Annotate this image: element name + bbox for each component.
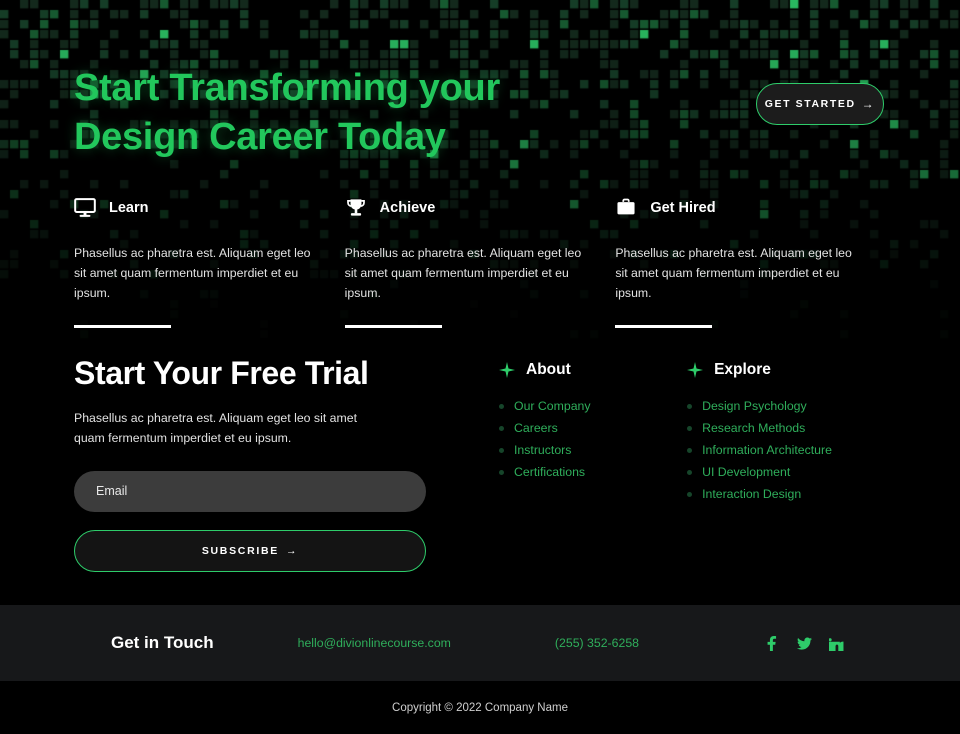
sparkle-icon [499,362,515,378]
landing-page: Start Transforming your Design Career To… [0,0,960,734]
about-link[interactable]: Instructors [514,443,571,457]
free-trial-description: Phasellus ac pharetra est. Aliquam eget … [74,411,357,445]
explore-links-column: Explore Design Psychology Research Metho… [687,355,886,572]
arrow-right-icon: → [285,544,299,557]
get-started-label: GET STARTED [764,98,856,110]
feature-divider [615,324,713,328]
newsletter-and-links-section: Start Your Free Trial Phasellus ac phare… [0,355,960,572]
feature-title: Get Hired [650,200,716,216]
list-item: Our Company [499,399,687,413]
feature-learn: Learn Phasellus ac pharetra est. Aliquam… [74,196,345,328]
copyright-text: Copyright © 2022 Company Name [392,701,568,714]
social-links [765,635,844,651]
bullet-icon [687,425,693,431]
feature-divider [344,324,442,328]
contact-phone-link[interactable]: (255) 352-6258 [555,636,639,650]
about-link[interactable]: Our Company [514,399,591,413]
explore-link[interactable]: Information Architecture [702,443,832,457]
monitor-icon [74,198,96,217]
bullet-icon [687,469,693,475]
contact-email-link[interactable]: hello@divionlinecourse.com [298,636,451,650]
copyright-bar: Copyright © 2022 Company Name [0,681,960,734]
subscribe-button[interactable]: SUBSCRIBE → [74,529,426,572]
list-item: UI Development [687,465,886,479]
feature-description: Phasellus ac pharetra est. Aliquam eget … [344,246,582,300]
free-trial-title: Start Your Free Trial [74,355,369,391]
bullet-icon [499,469,504,475]
about-link[interactable]: Certifications [514,465,585,479]
free-trial-block: Start Your Free Trial Phasellus ac phare… [74,355,426,572]
feature-header: Achieve [345,196,616,220]
arrow-right-icon: → [861,97,876,111]
feature-header: Learn [74,196,345,220]
feature-description: Phasellus ac pharetra est. Aliquam eget … [615,246,852,300]
bullet-icon [499,447,504,453]
sparkle-icon [687,362,704,378]
bullet-icon [499,425,504,431]
hero-title-line-2: Design Career Today [74,116,446,159]
hero-title-line-1: Start Transforming your [74,67,500,109]
page-title: Start Transforming your Design Career To… [74,64,500,163]
twitter-icon[interactable] [797,636,813,651]
about-link[interactable]: Careers [514,421,558,435]
about-title: About [526,361,571,378]
list-item: Instructors [499,443,687,457]
facebook-icon[interactable] [765,635,780,651]
linkedin-icon[interactable] [829,636,844,651]
bullet-icon [499,403,504,409]
feature-divider [74,324,171,328]
list-item: Research Methods [687,421,886,435]
contact-title: Get in Touch [111,633,214,652]
briefcase-icon [617,198,635,215]
list-item: Careers [499,421,687,435]
about-header: About [499,361,687,379]
explore-title: Explore [714,361,771,378]
about-links-column: About Our Company Careers Instructors Ce… [499,355,687,572]
feature-description: Phasellus ac pharetra est. Aliquam eget … [74,246,311,300]
about-link-list: Our Company Careers Instructors Certific… [499,399,687,479]
email-input[interactable] [74,470,426,512]
list-item: Certifications [499,465,687,479]
explore-link[interactable]: Research Methods [702,421,805,435]
feature-title: Achieve [379,200,436,216]
feature-title: Learn [109,200,149,216]
explore-link[interactable]: Interaction Design [702,487,801,501]
get-started-button[interactable]: GET STARTED → [756,83,884,125]
list-item: Design Psychology [687,399,886,413]
bullet-icon [687,447,693,453]
contact-bar: Get in Touch hello@divionlinecourse.com … [0,605,960,681]
list-item: Information Architecture [687,443,886,457]
explore-link-list: Design Psychology Research Methods Infor… [687,399,886,501]
bullet-icon [687,491,693,497]
list-item: Interaction Design [687,487,886,501]
trophy-icon [346,199,365,216]
explore-link[interactable]: Design Psychology [702,399,807,413]
features-section: Learn Phasellus ac pharetra est. Aliquam… [0,196,960,328]
feature-header: Get Hired [615,196,886,220]
subscribe-label: SUBSCRIBE [201,544,279,557]
feature-get-hired: Get Hired Phasellus ac pharetra est. Ali… [615,196,886,328]
bullet-icon [687,403,693,409]
explore-link[interactable]: UI Development [702,465,790,479]
hero-section: Start Transforming your Design Career To… [0,0,960,158]
explore-header: Explore [687,361,886,379]
feature-achieve: Achieve Phasellus ac pharetra est. Aliqu… [344,196,616,328]
